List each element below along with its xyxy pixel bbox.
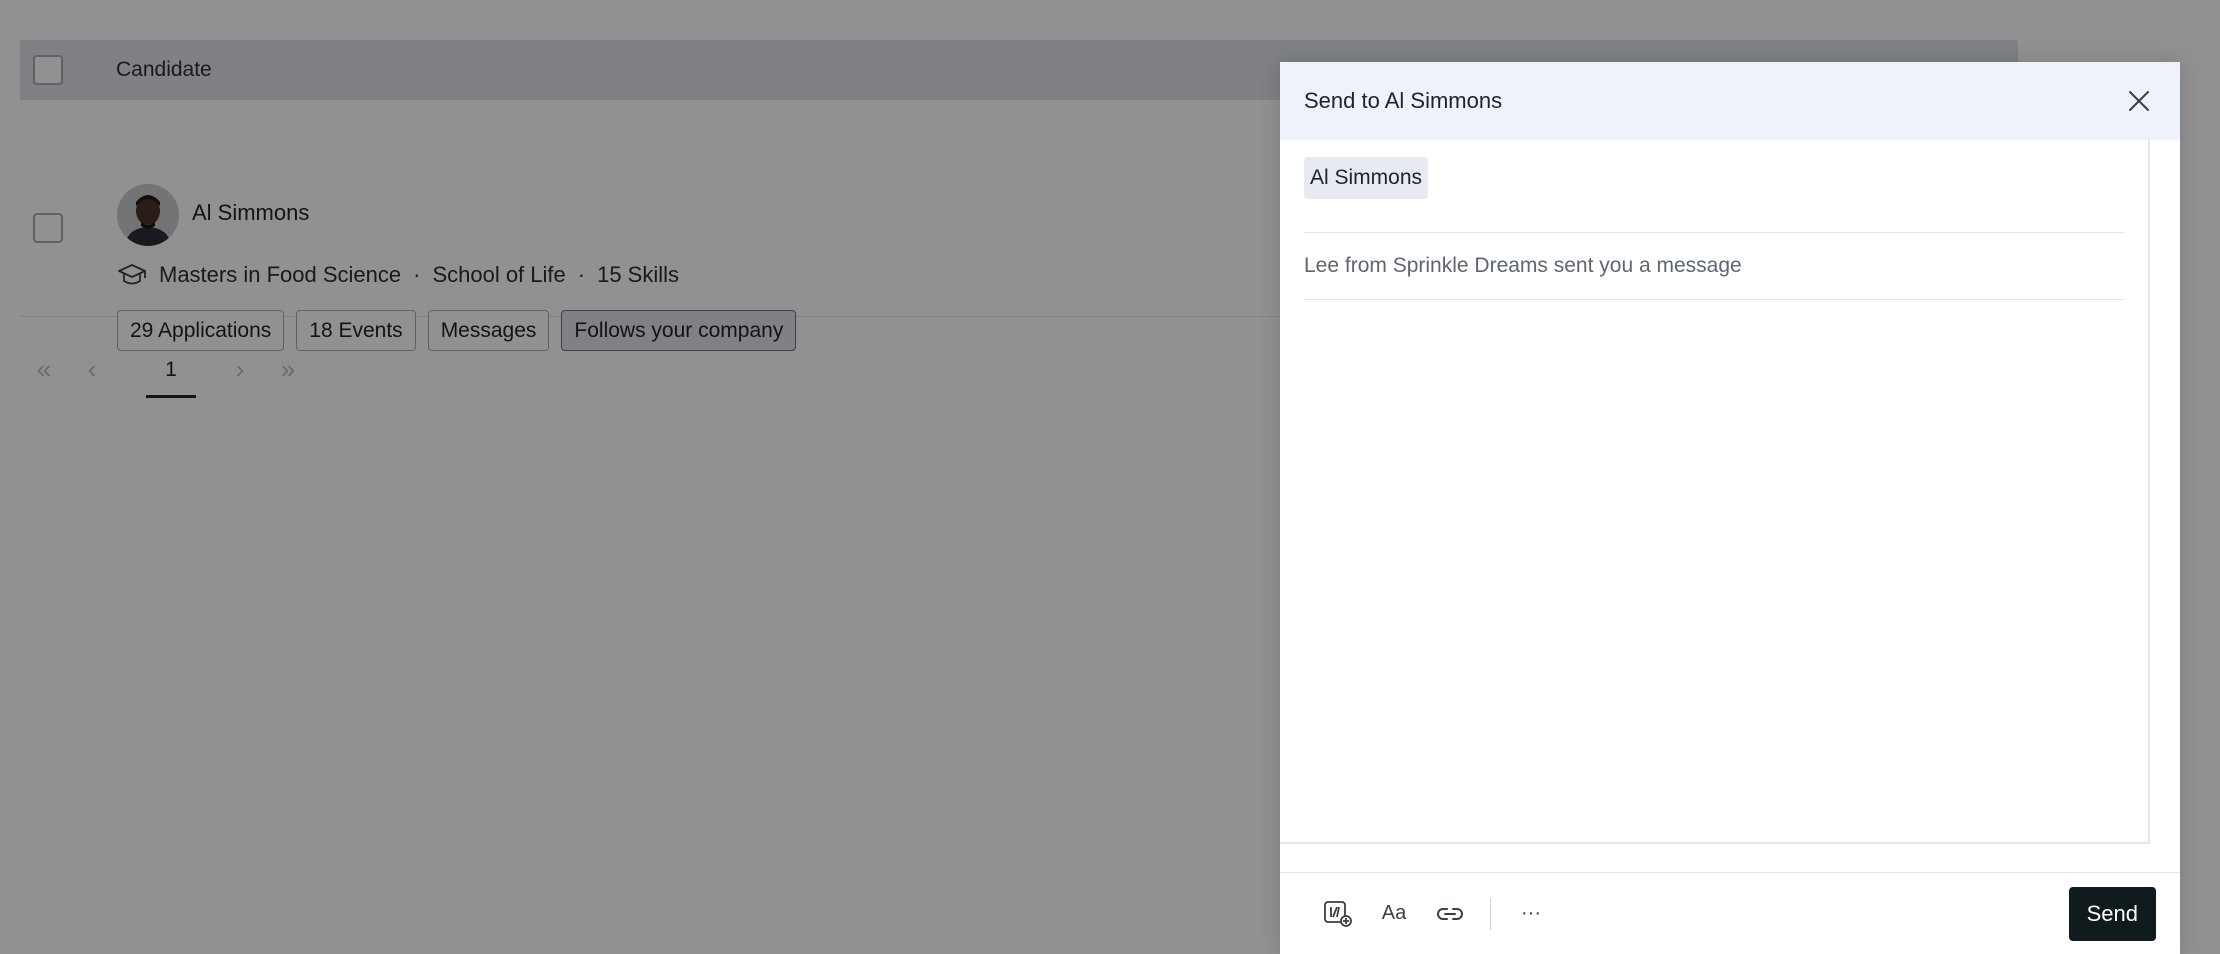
message-body-editor[interactable] (1304, 300, 2124, 820)
send-message-modal: Send to Al Simmons Al Simmons Aa (1280, 62, 2180, 954)
more-options-button[interactable]: ··· (1511, 894, 1551, 934)
template-add-icon (1324, 900, 1352, 927)
recipient-chip[interactable]: Al Simmons (1304, 157, 1429, 199)
modal-title: Send to Al Simmons (1304, 88, 1503, 113)
recipient-field[interactable]: Al Simmons (1304, 157, 2124, 233)
modal-header: Send to Al Simmons (1280, 62, 2180, 140)
send-button[interactable]: Send (2068, 886, 2156, 941)
subject-row (1304, 233, 2124, 300)
close-button[interactable] (2122, 84, 2156, 118)
insert-link-button[interactable] (1430, 894, 1470, 934)
insert-template-button[interactable] (1318, 894, 1358, 934)
modal-body: Al Simmons (1280, 140, 2150, 844)
link-icon (1437, 907, 1463, 920)
text-format-button[interactable]: Aa (1374, 894, 1414, 934)
toolbar-divider (1490, 897, 1491, 930)
close-icon (2129, 91, 2149, 111)
modal-footer: Aa ··· Send (1280, 872, 2180, 954)
subject-input[interactable] (1304, 254, 2124, 278)
